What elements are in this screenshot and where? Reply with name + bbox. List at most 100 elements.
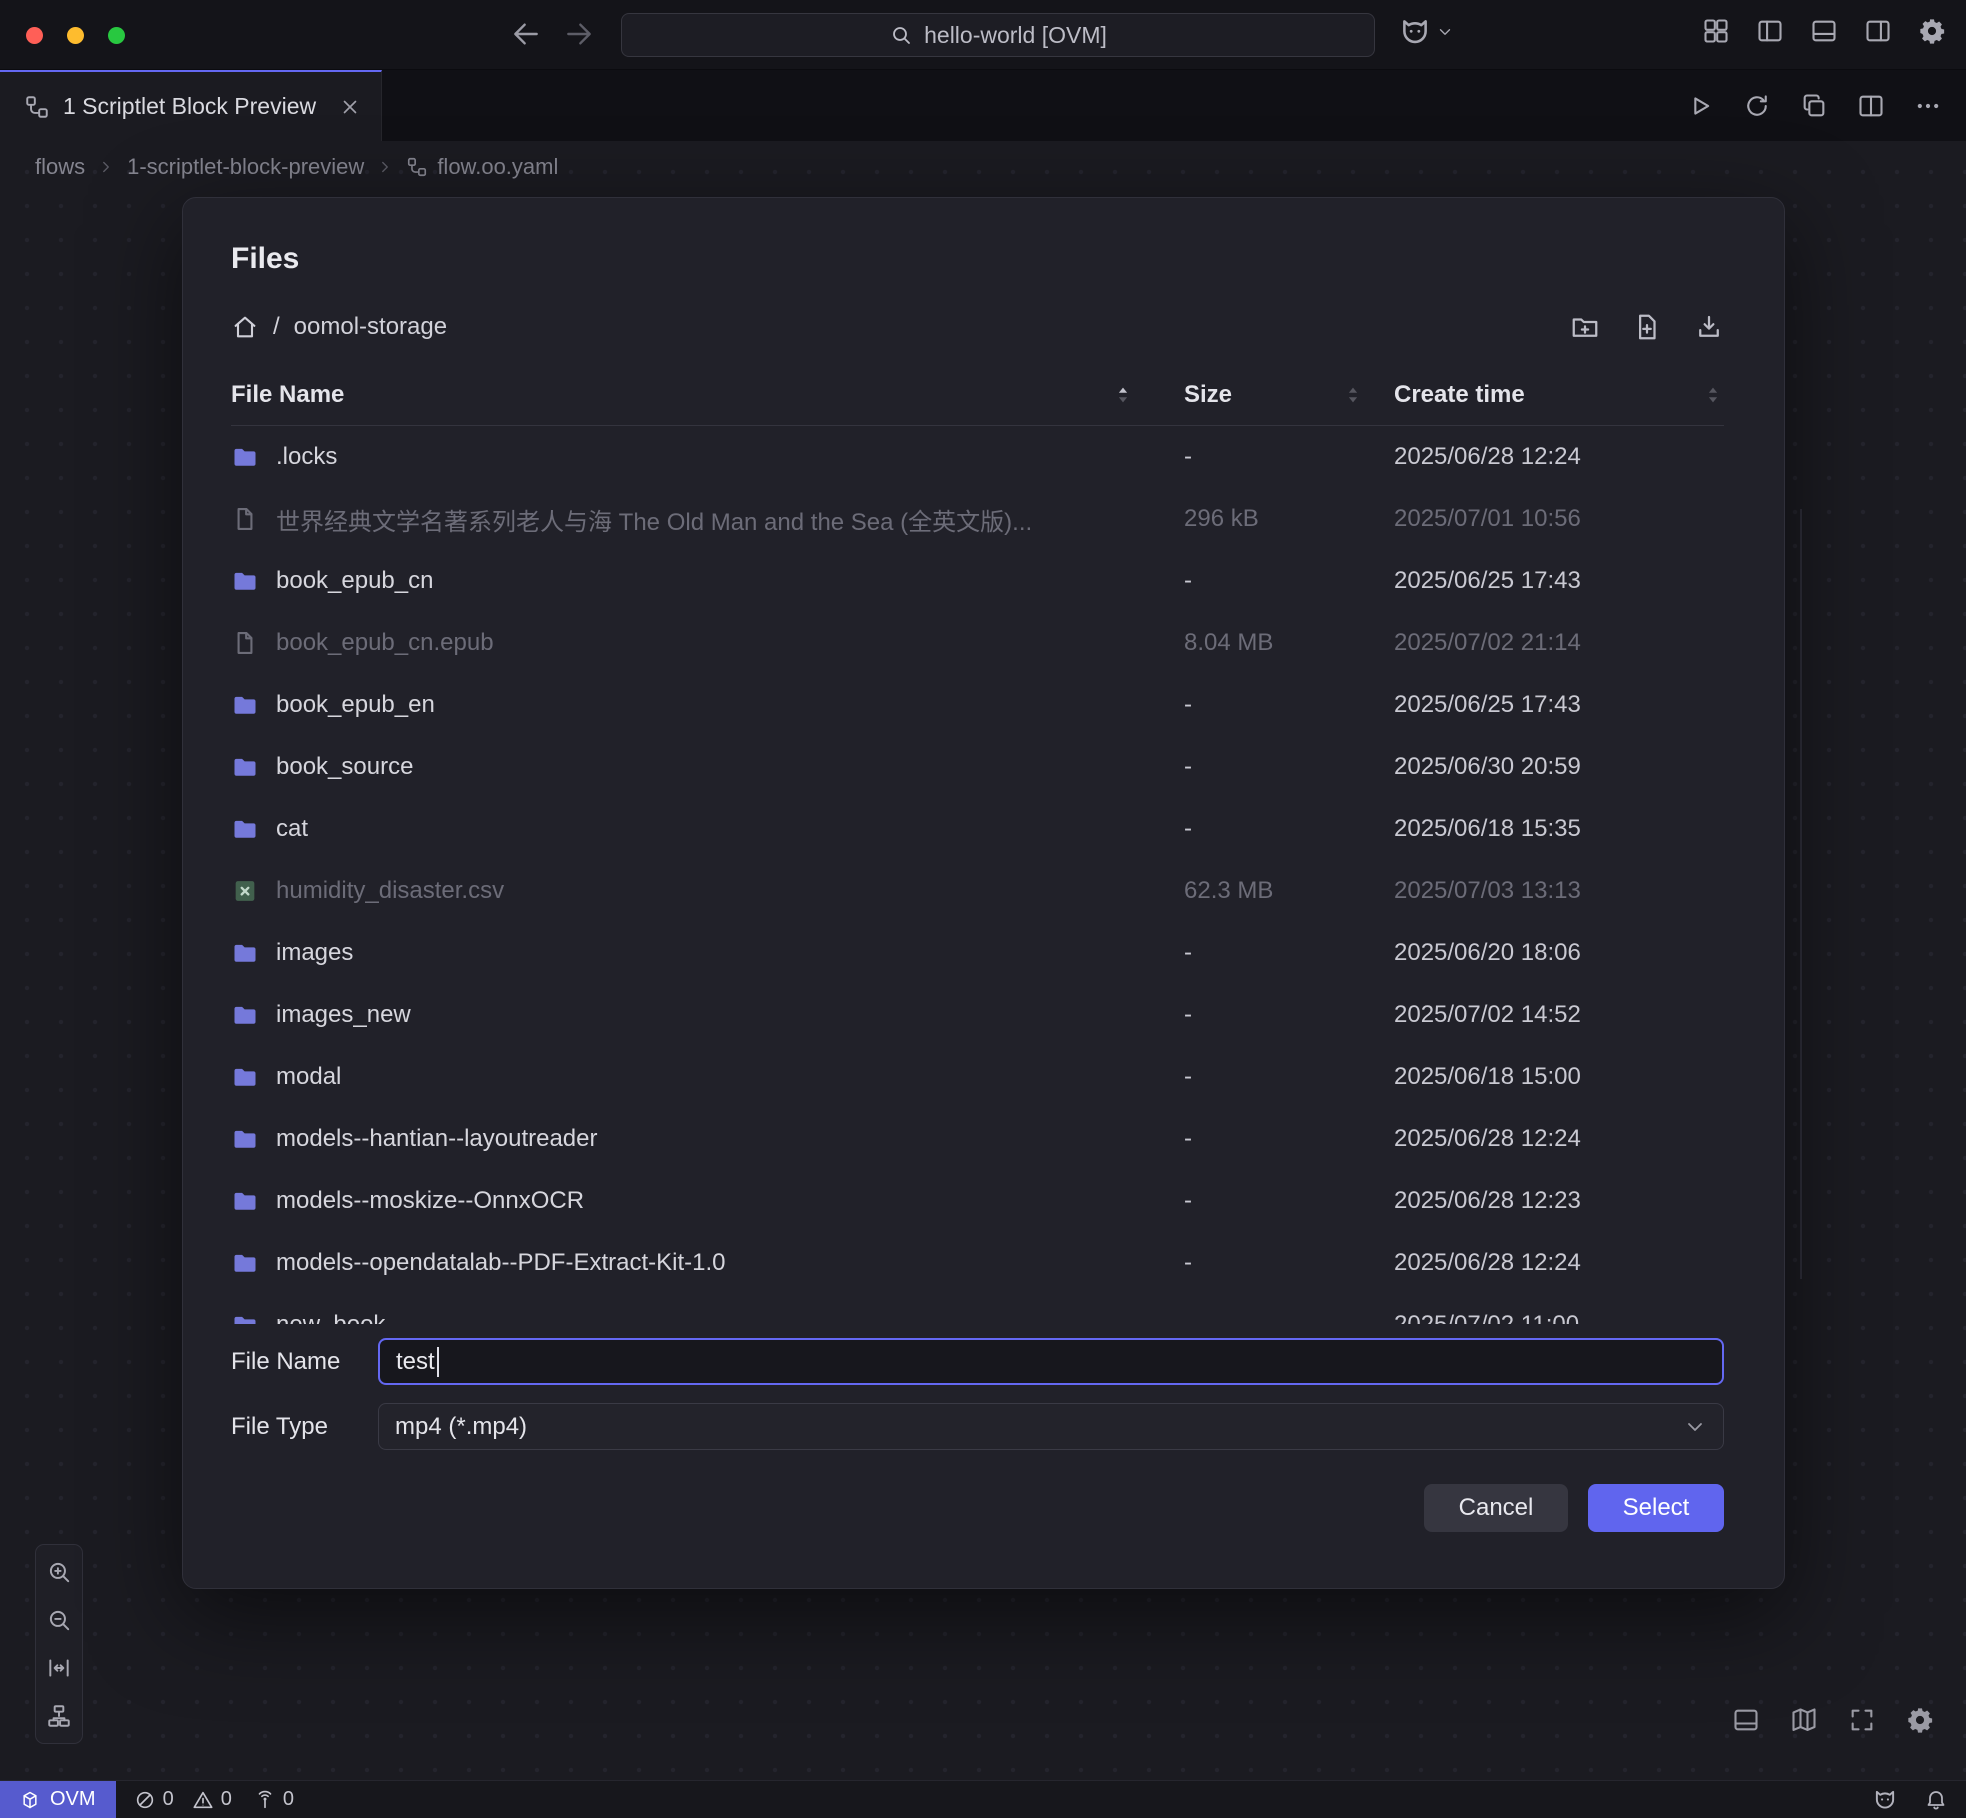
upload-button[interactable] (1694, 312, 1724, 342)
more-actions-button[interactable] (1914, 92, 1942, 120)
split-editor-button[interactable] (1857, 92, 1885, 120)
arrow-right-icon (563, 18, 595, 50)
close-tab-button[interactable] (339, 96, 361, 118)
collapsed-panel-edge (1800, 509, 1802, 1279)
chevron-right-icon (97, 158, 115, 176)
close-icon (339, 96, 361, 118)
file-row[interactable]: images - 2025/06/20 18:06 (231, 922, 1724, 984)
breadcrumb-flow-folder[interactable]: 1-scriptlet-block-preview (127, 154, 364, 180)
duplicate-button[interactable] (1800, 92, 1828, 120)
column-header-size[interactable]: Size (1184, 381, 1394, 409)
file-row[interactable]: book_epub_en - 2025/06/25 17:43 (231, 674, 1724, 736)
file-row[interactable]: 世界经典文学名著系列老人与海 The Old Man and the Sea (… (231, 488, 1724, 550)
file-type-select[interactable]: mp4 (*.mp4) (378, 1403, 1724, 1450)
folder-icon (231, 1001, 259, 1029)
file-name: book_epub_cn (276, 567, 433, 595)
breadcrumb: flows 1-scriptlet-block-preview flow.oo.… (0, 141, 1966, 193)
folder-icon (231, 1125, 259, 1153)
file-name: models--hantian--layoutreader (276, 1125, 598, 1153)
file-icon (231, 505, 259, 533)
file-row[interactable]: models--moskize--OnnxOCR - 2025/06/28 12… (231, 1170, 1724, 1232)
notifications-button[interactable] (1924, 1788, 1948, 1812)
minimap-button[interactable] (1784, 1700, 1824, 1740)
file-row[interactable]: humidity_disaster.csv 62.3 MB 2025/07/03… (231, 860, 1724, 922)
file-icon (231, 629, 259, 657)
toggle-panel-button[interactable] (1810, 17, 1838, 45)
flow-icon (406, 156, 428, 178)
file-row[interactable]: book_source - 2025/06/30 20:59 (231, 736, 1724, 798)
ovm-status-button[interactable]: OVM (0, 1781, 116, 1818)
file-create-time: 2025/06/25 17:43 (1394, 691, 1724, 719)
canvas-zoom-toolbar (35, 1544, 83, 1744)
file-row[interactable]: models--hantian--layoutreader - 2025/06/… (231, 1108, 1724, 1170)
file-size: - (1184, 815, 1394, 843)
chevron-down-icon (1683, 1415, 1707, 1439)
canvas-settings-button[interactable] (1900, 1700, 1940, 1740)
sort-create-time-icon[interactable] (1702, 384, 1724, 406)
cancel-button[interactable]: Cancel (1424, 1484, 1568, 1532)
dialog-title: Files (231, 242, 1724, 276)
spreadsheet-icon (231, 877, 259, 905)
toggle-sidebar-button[interactable] (1756, 17, 1784, 45)
flow-canvas[interactable]: Files / oomol-storage File Name (0, 141, 1966, 1780)
sort-file-name-icon[interactable] (1112, 384, 1134, 406)
customize-layout-button[interactable] (1702, 17, 1730, 45)
column-header-file-name[interactable]: File Name (231, 381, 1184, 409)
assistant-button[interactable] (1872, 1787, 1898, 1813)
file-row[interactable]: book_epub_cn.epub 8.04 MB 2025/07/02 21:… (231, 612, 1724, 674)
command-search-box[interactable]: hello-world [OVM] (621, 13, 1375, 57)
column-header-create-time[interactable]: Create time (1394, 381, 1724, 409)
settings-button[interactable] (1918, 17, 1946, 45)
workspace-switcher[interactable] (1398, 15, 1454, 49)
file-create-time: 2025/06/28 12:24 (1394, 443, 1724, 471)
breadcrumb-flows[interactable]: flows (35, 154, 85, 180)
file-row[interactable]: models--opendatalab--PDF-Extract-Kit-1.0… (231, 1232, 1724, 1294)
rerun-button[interactable] (1743, 92, 1771, 120)
fit-width-button[interactable] (39, 1648, 79, 1688)
panel-left-icon (1756, 17, 1784, 45)
file-row[interactable]: new_book - 2025/07/02 11:00 (231, 1294, 1724, 1324)
select-button[interactable]: Select (1588, 1484, 1724, 1532)
file-row[interactable]: book_epub_cn - 2025/06/25 17:43 (231, 550, 1724, 612)
search-icon (889, 23, 913, 47)
home-button[interactable] (231, 313, 259, 341)
file-row[interactable]: .locks - 2025/06/28 12:24 (231, 426, 1724, 488)
forward-button[interactable] (563, 18, 595, 50)
sort-size-icon[interactable] (1342, 384, 1364, 406)
errors-status[interactable]: 0 (134, 1788, 174, 1811)
back-button[interactable] (510, 18, 542, 50)
radio-tower-icon (254, 1789, 276, 1811)
file-name: book_epub_cn.epub (276, 629, 494, 657)
tab-scriptlet-block-preview[interactable]: 1 Scriptlet Block Preview (0, 70, 382, 141)
file-row[interactable]: modal - 2025/06/18 15:00 (231, 1046, 1724, 1108)
zoom-out-button[interactable] (39, 1600, 79, 1640)
file-type-value: mp4 (*.mp4) (395, 1413, 527, 1441)
text-caret (437, 1347, 439, 1377)
toggle-console-button[interactable] (1726, 1700, 1766, 1740)
warnings-status[interactable]: 0 (192, 1788, 232, 1811)
file-size: - (1184, 1311, 1394, 1324)
files-dialog: Files / oomol-storage File Name (182, 197, 1785, 1589)
close-window-button[interactable] (26, 27, 43, 44)
ellipsis-icon (1914, 92, 1942, 120)
zoom-in-button[interactable] (39, 1552, 79, 1592)
minimize-window-button[interactable] (67, 27, 84, 44)
toggle-secondary-sidebar-button[interactable] (1864, 17, 1892, 45)
titlebar: hello-world [OVM] (0, 0, 1966, 70)
file-row[interactable]: images_new - 2025/07/02 14:52 (231, 984, 1724, 1046)
file-name-input[interactable]: test (378, 1338, 1724, 1385)
zoom-window-button[interactable] (108, 27, 125, 44)
new-folder-button[interactable] (1570, 312, 1600, 342)
minimap-icon (1790, 1706, 1818, 1734)
chevron-right-icon (376, 158, 394, 176)
fit-view-button[interactable] (1842, 1700, 1882, 1740)
path-current-folder[interactable]: oomol-storage (294, 313, 447, 341)
ports-status[interactable]: 0 (254, 1788, 294, 1811)
file-row[interactable]: cat - 2025/06/18 15:35 (231, 798, 1724, 860)
breadcrumb-flow-file[interactable]: flow.oo.yaml (406, 154, 558, 180)
auto-layout-button[interactable] (39, 1696, 79, 1736)
run-flow-button[interactable] (1686, 92, 1714, 120)
file-name-label: File Name (231, 1348, 378, 1376)
file-name: cat (276, 815, 308, 843)
new-file-button[interactable] (1632, 312, 1662, 342)
